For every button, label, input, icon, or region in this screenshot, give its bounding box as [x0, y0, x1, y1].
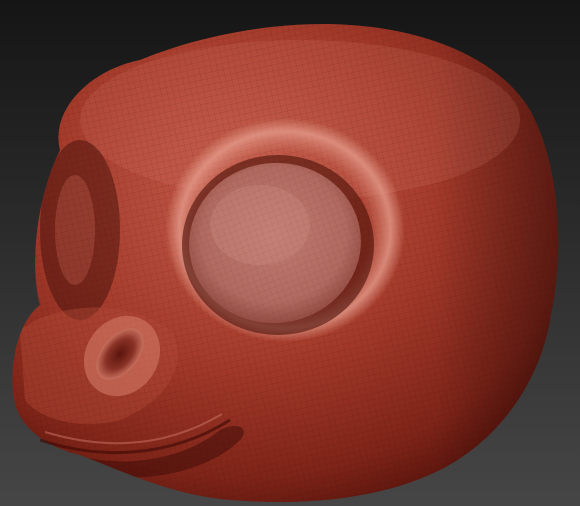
eye-socket[interactable] [165, 118, 405, 342]
render-canvas [0, 0, 580, 506]
sculpt-viewport[interactable] [0, 0, 580, 506]
